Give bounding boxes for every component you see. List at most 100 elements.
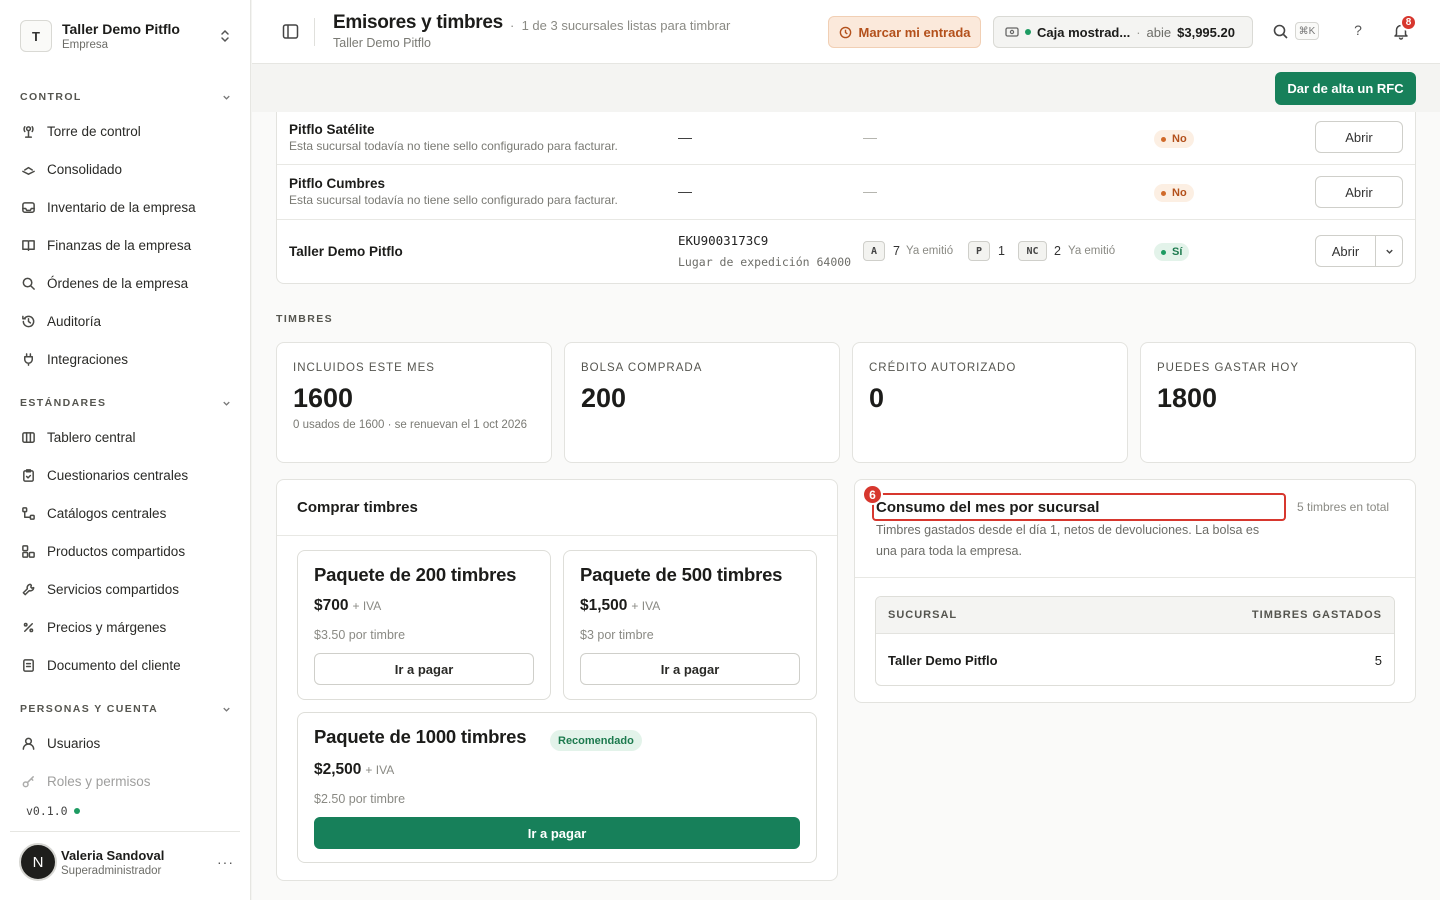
- wrench-icon: [20, 581, 36, 597]
- sidebar-item-label: Órdenes de la empresa: [47, 275, 189, 291]
- layers-icon: [20, 161, 36, 177]
- package-title: Paquete de 500 timbres: [580, 564, 783, 585]
- price-tax: + IVA: [365, 763, 395, 777]
- panel-description: Timbres gastados desde el día 1, netos d…: [876, 523, 1260, 558]
- column-header-spent: TIMBRES GASTADOS: [1251, 609, 1382, 621]
- chevron-down-icon: [223, 95, 230, 100]
- column-header-branch: SUCURSAL: [888, 609, 958, 621]
- pay-button[interactable]: Ir a pagar: [314, 817, 800, 849]
- sidebar-item-label: Torre de control: [47, 123, 141, 139]
- checkin-button[interactable]: Marcar mi entrada: [828, 16, 981, 48]
- sidebar-item-usuarios[interactable]: Usuarios: [20, 730, 232, 756]
- inbox-icon: [20, 199, 36, 215]
- cash-separator: ·: [1136, 24, 1141, 40]
- sidebar-item-documento[interactable]: Documento del cliente: [20, 652, 232, 678]
- status-dot: [1025, 29, 1031, 35]
- branch-note: Esta sucursal todavía no tiene sello con…: [289, 193, 618, 207]
- sidebar-item-productos[interactable]: Productos compartidos: [20, 538, 232, 564]
- status-badge: No: [1154, 130, 1194, 148]
- stat-label: CRÉDITO AUTORIZADO: [869, 362, 1017, 374]
- sidebar-item-ordenes[interactable]: Órdenes de la empresa: [20, 270, 232, 296]
- section-label-timbres: TIMBRES: [276, 313, 334, 325]
- table-row: Pitflo Cumbres Esta sucursal todavía no …: [277, 165, 1415, 220]
- folio-tag: P: [968, 241, 990, 261]
- buy-stamps-panel: Comprar timbres Paquete de 200 timbres $…: [276, 479, 838, 881]
- section-estandares[interactable]: ESTÁNDARES: [20, 395, 232, 411]
- row-spent: 5: [1374, 653, 1382, 668]
- sidebar-item-label: Tablero central: [47, 429, 136, 445]
- stat-card-included: INCLUIDOS ESTE MES 1600 0 usados de 1600…: [276, 342, 552, 463]
- stat-value: 1800: [1157, 383, 1218, 413]
- sidebar-item-roles[interactable]: Roles y permisos: [20, 768, 232, 794]
- sidebar-toggle-icon[interactable]: [282, 23, 299, 40]
- open-branch-button[interactable]: Abrir: [1316, 236, 1376, 266]
- branch-name: Taller Demo Pitflo: [289, 244, 403, 259]
- open-branch-button[interactable]: Abrir: [1315, 121, 1403, 153]
- percent-icon: [20, 619, 36, 635]
- panel-divider: [277, 535, 837, 536]
- package-unit-price: $3 por timbre: [580, 628, 654, 642]
- cash-register-selector[interactable]: Caja mostrad... · abie $3,995.20: [993, 16, 1253, 48]
- sidebar-item-label: Consolidado: [47, 161, 123, 177]
- status-badge: No: [1154, 184, 1194, 202]
- section-personas[interactable]: PERSONAS Y CUENTA: [20, 701, 232, 717]
- branch-actions-menu[interactable]: [1376, 236, 1402, 266]
- search-icon: [20, 275, 36, 291]
- user-name: Valeria Sandoval: [61, 847, 165, 863]
- sidebar-item-cuestionarios[interactable]: Cuestionarios centrales: [20, 462, 232, 488]
- consumption-table: SUCURSAL TIMBRES GASTADOS Taller Demo Pi…: [875, 596, 1395, 686]
- history-icon: [20, 313, 36, 329]
- more-icon[interactable]: ···: [217, 854, 234, 870]
- sidebar-item-precios[interactable]: Precios y márgenes: [20, 614, 232, 640]
- sidebar-item-tablero[interactable]: Tablero central: [20, 424, 232, 450]
- search-icon[interactable]: [1272, 23, 1289, 40]
- sidebar-item-label: Servicios compartidos: [47, 581, 180, 597]
- table-row: Pitflo Satélite Esta sucursal todavía no…: [277, 112, 1415, 165]
- table-row: Taller Demo Pitflo EKU9003173C9 Lugar de…: [277, 220, 1415, 284]
- price-amount: $700: [314, 597, 349, 614]
- status-text: No: [1172, 133, 1187, 145]
- open-branch-button[interactable]: Abrir: [1315, 176, 1403, 208]
- sidebar-item-finanzas[interactable]: Finanzas de la empresa: [20, 232, 232, 258]
- branch-rfc: EKU9003173C9: [678, 233, 769, 248]
- folio-tag: NC: [1018, 241, 1047, 261]
- section-control[interactable]: CONTROL: [20, 89, 232, 105]
- org-switcher[interactable]: T Taller Demo Pitflo Empresa: [20, 19, 232, 53]
- sidebar-item-consolidado[interactable]: Consolidado: [20, 156, 232, 182]
- sidebar-item-integraciones[interactable]: Integraciones: [20, 346, 232, 372]
- avatar: N: [19, 843, 57, 881]
- folio-count: 1: [998, 244, 1005, 258]
- cash-icon: [1005, 27, 1019, 37]
- sidebar-item-label: Auditoría: [47, 313, 102, 329]
- pay-button[interactable]: Ir a pagar: [580, 653, 800, 685]
- pay-button[interactable]: Ir a pagar: [314, 653, 534, 685]
- add-rfc-button[interactable]: Dar de alta un RFC: [1275, 72, 1416, 105]
- sidebar-item-auditoria[interactable]: Auditoría: [20, 308, 232, 334]
- page-title: Emisores y timbres: [333, 12, 503, 33]
- topbar-divider: [314, 18, 315, 46]
- sidebar-divider: [10, 831, 240, 832]
- stat-value: 1600: [293, 383, 354, 413]
- stat-value: 200: [581, 383, 627, 413]
- user-text: Valeria Sandoval Superadministrador: [61, 848, 217, 877]
- sidebar-item-label: Integraciones: [47, 351, 129, 367]
- sidebar-item-servicios[interactable]: Servicios compartidos: [20, 576, 232, 602]
- stat-value: 0: [869, 383, 885, 413]
- help-icon[interactable]: ?: [1349, 22, 1367, 40]
- org-avatar: T: [20, 20, 52, 52]
- sidebar-item-torre[interactable]: Torre de control: [20, 118, 232, 144]
- price-tax: + IVA: [352, 599, 382, 613]
- app-version: v0.1.0: [26, 804, 80, 818]
- sidebar-item-label: Productos compartidos: [47, 543, 186, 559]
- topbar: Emisores y timbres · 1 de 3 sucursales l…: [252, 0, 1440, 64]
- sidebar-item-inventario[interactable]: Inventario de la empresa: [20, 194, 232, 220]
- package-price: $700 + IVA: [314, 597, 381, 615]
- status-dot: [1161, 249, 1166, 255]
- tree-icon: [20, 505, 36, 521]
- branch-folios: —: [863, 183, 877, 199]
- user-menu[interactable]: N Valeria Sandoval Superadministrador ··…: [19, 843, 234, 881]
- cash-state: abie: [1146, 24, 1172, 40]
- sidebar-item-catalogos[interactable]: Catálogos centrales: [20, 500, 232, 526]
- price-amount: $2,500: [314, 761, 362, 778]
- package-title: Paquete de 1000 timbres: [314, 726, 527, 747]
